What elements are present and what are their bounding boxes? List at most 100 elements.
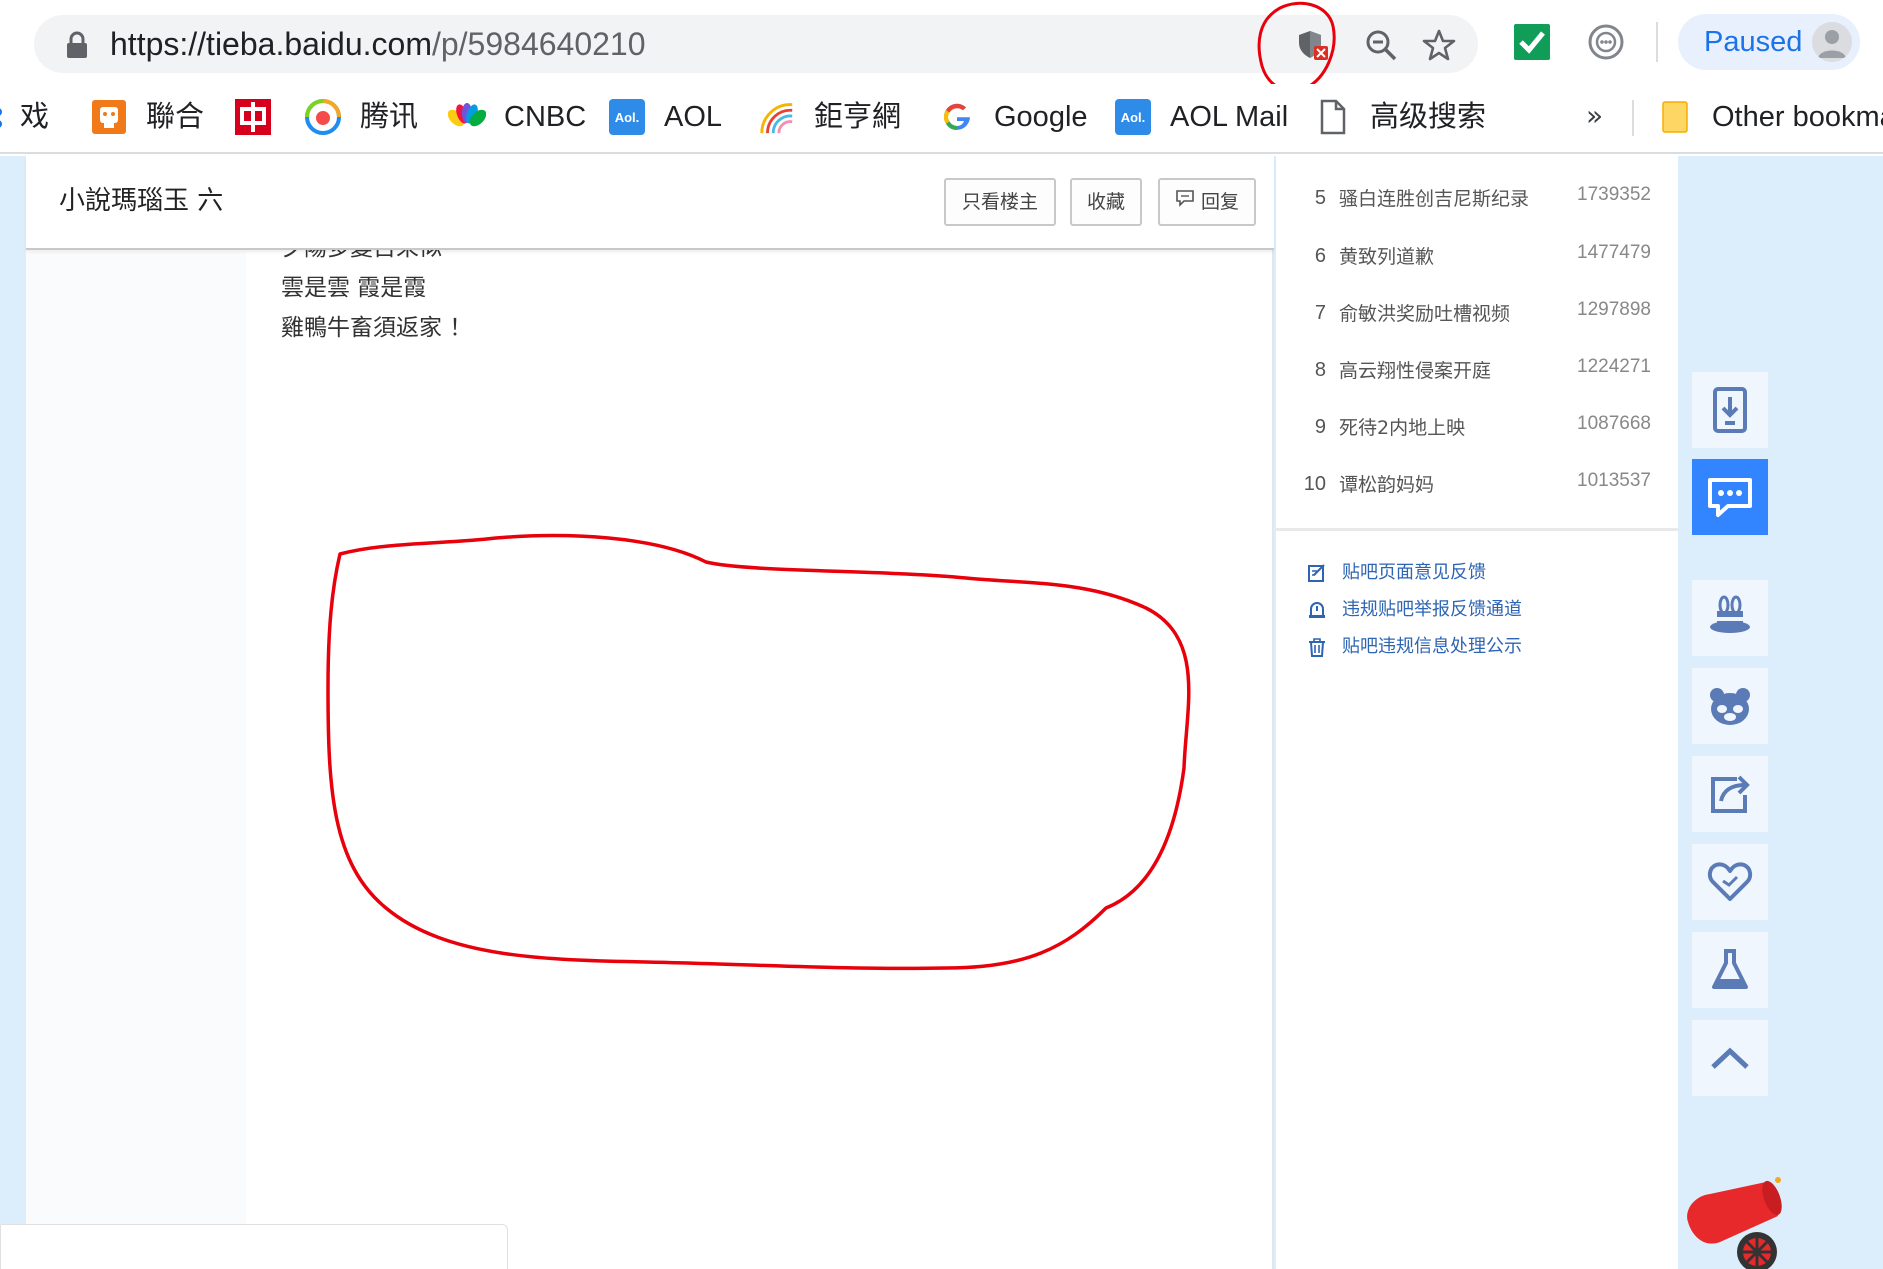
bookmark-item[interactable]: 聯合 (90, 94, 204, 140)
shield-annotation-circle (1257, 1, 1336, 93)
magic-hat-icon (1710, 595, 1750, 633)
share-icon (1711, 775, 1750, 813)
share-button[interactable] (1692, 756, 1768, 832)
only-op-button[interactable]: 只看楼主 (944, 178, 1056, 226)
hot-topic-row[interactable]: 5 骚白连胜创吉尼斯纪录 1739352 (1276, 178, 1678, 218)
bookmark-label: 鉅亨網 (814, 101, 902, 133)
report-icon (1306, 599, 1328, 621)
other-bookmarks-folder[interactable]: Other bookma (1656, 94, 1883, 140)
bookmark-label: 戏 (20, 101, 50, 133)
reply-button[interactable]: 回复 (1158, 178, 1256, 226)
cnbc-peacock-icon (448, 98, 486, 136)
back-to-top-icon (1711, 1047, 1749, 1069)
comment-icon (1175, 179, 1195, 223)
screenshot-root: https://tieba.baidu.com/p/5984640210 Pau… (0, 0, 1883, 1269)
bookmark-item[interactable]: CNBC (448, 94, 586, 140)
lock-icon[interactable] (64, 31, 90, 59)
hot-count: 1224271 (1577, 356, 1651, 377)
violation-notice-label: 贴吧违规信息处理公示 (1342, 636, 1522, 657)
post-area: 夕陽多變古來似 雲是雲 霞是霞 雞鴨牛畜須返家 ！ 小說瑪瑙玉 六 只看楼主 收… (26, 156, 1274, 1269)
message-icon (1708, 478, 1752, 517)
profile-status: Paused (1704, 26, 1803, 58)
chinatimes-icon (234, 98, 272, 136)
bookmark-item[interactable]: Google (938, 94, 1088, 140)
checkmark-extension-icon[interactable] (1510, 20, 1554, 64)
heart-icon (1707, 862, 1753, 901)
bookmark-item[interactable]: Aol. AOL (608, 94, 722, 140)
bookmark-item[interactable]: 腾讯 (304, 94, 418, 140)
right-sidebar: 5 骚白连胜创吉尼斯纪录 1739352 6 黄致列道歉 1477479 7 俞… (1276, 156, 1678, 1269)
hot-rank: 9 (1314, 416, 1326, 438)
bookmark-label: Other bookma (1712, 101, 1883, 133)
app-download-icon (1713, 387, 1747, 433)
bear-button[interactable] (1692, 668, 1768, 744)
back-to-top-button[interactable] (1692, 1020, 1768, 1096)
app-download-button[interactable] (1692, 372, 1768, 448)
generic-blue-icon (0, 98, 6, 136)
lab-button[interactable] (1692, 932, 1768, 1008)
hot-topic-row[interactable]: 8 高云翔性侵案开庭 1224271 (1276, 350, 1678, 390)
hot-title[interactable]: 骚白连胜创吉尼斯纪录 (1339, 184, 1529, 214)
bookmarks-separator (1632, 100, 1634, 136)
tieba-page: 夕陽多變古來似 雲是雲 霞是霞 雞鴨牛畜須返家 ！ 小說瑪瑙玉 六 只看楼主 收… (0, 156, 1883, 1269)
page-margin-left (0, 156, 26, 1269)
edit-icon (1306, 562, 1328, 584)
magic-hat-button[interactable] (1692, 580, 1768, 656)
aol-icon: Aol. (1114, 98, 1152, 136)
url-text[interactable]: https://tieba.baidu.com/p/5984640210 (110, 24, 646, 64)
bookmark-item[interactable] (234, 94, 290, 140)
hot-count: 1013537 (1577, 470, 1651, 491)
profile-button[interactable]: Paused (1678, 14, 1860, 70)
message-button[interactable] (1692, 459, 1768, 535)
feedback-link[interactable]: 贴吧页面意见反馈 (1306, 558, 1486, 588)
bookmark-label: Google (994, 101, 1088, 133)
hot-count: 1477479 (1577, 242, 1651, 263)
bookmarks-overflow-button[interactable]: » (1586, 98, 1603, 134)
hot-title[interactable]: 谭松韵妈妈 (1339, 470, 1434, 500)
reply-label: 回复 (1200, 191, 1239, 213)
bookmark-item[interactable]: 戏 (0, 94, 49, 140)
hot-rank: 7 (1314, 302, 1326, 324)
svg-text:Aol.: Aol. (615, 110, 640, 125)
hot-topic-row[interactable]: 6 黄致列道歉 1477479 (1276, 236, 1678, 276)
hot-title[interactable]: 黄致列道歉 (1339, 242, 1434, 272)
red-freehand-annotation (326, 533, 1191, 971)
hot-title[interactable]: 高云翔性侵案开庭 (1339, 356, 1491, 386)
sidebar-divider (1276, 528, 1678, 531)
hot-count: 1087668 (1577, 413, 1651, 434)
bookmark-label: AOL Mail (1170, 101, 1289, 133)
url-host: https://tieba.baidu.com (110, 26, 432, 62)
hot-count: 1297898 (1577, 299, 1651, 320)
bookmark-label: AOL (664, 101, 723, 133)
bookmark-item[interactable]: Aol. AOL Mail (1114, 94, 1288, 140)
bookmark-label: 腾讯 (360, 101, 419, 133)
star-icon[interactable] (1420, 27, 1458, 63)
hot-topic-row[interactable]: 7 俞敏洪奖励吐槽视频 1297898 (1276, 293, 1678, 333)
cnyes-rainbow-icon (758, 98, 796, 136)
post-header: 小說瑪瑙玉 六 只看楼主 收藏 回复 (26, 156, 1274, 250)
bear-face-icon (1710, 688, 1750, 725)
hot-topic-row[interactable]: 10 谭松韵妈妈 1013537 (1276, 464, 1678, 504)
profile-avatar-icon (1812, 22, 1852, 62)
extension-icon[interactable] (1584, 20, 1628, 64)
tencent-icon (304, 98, 342, 136)
hot-topic-row[interactable]: 9 死待2内地上映 1087668 (1276, 407, 1678, 447)
zoom-out-icon[interactable] (1362, 27, 1400, 63)
favorite-button[interactable]: 收藏 (1070, 178, 1142, 226)
bookmark-item[interactable]: 鉅亨網 (758, 94, 901, 140)
url-path: /p/5984640210 (431, 26, 646, 62)
hot-title[interactable]: 死待2内地上映 (1339, 413, 1465, 443)
report-link[interactable]: 违规贴吧举报反馈通道 (1306, 595, 1522, 625)
bookmarks-bar: 戏 聯合 腾讯 CNBC Aol. AOL 鉅亨網 Google Aol. AO… (0, 84, 1883, 154)
favorite-heart-button[interactable] (1692, 844, 1768, 920)
hot-title[interactable]: 俞敏洪奖励吐槽视频 (1339, 299, 1510, 329)
bookmark-item[interactable]: 高级搜索 (1314, 94, 1486, 140)
lab-flask-icon (1712, 949, 1748, 989)
cannon-mascot-icon[interactable] (1680, 1176, 1790, 1269)
violation-notice-link[interactable]: 贴吧违规信息处理公示 (1306, 632, 1522, 662)
udn-icon (90, 98, 128, 136)
page-icon (1314, 98, 1352, 136)
post-line: 雲是雲 霞是霞 (281, 275, 427, 301)
hot-rank: 8 (1314, 359, 1326, 381)
bottom-panel-edge (0, 1224, 508, 1269)
